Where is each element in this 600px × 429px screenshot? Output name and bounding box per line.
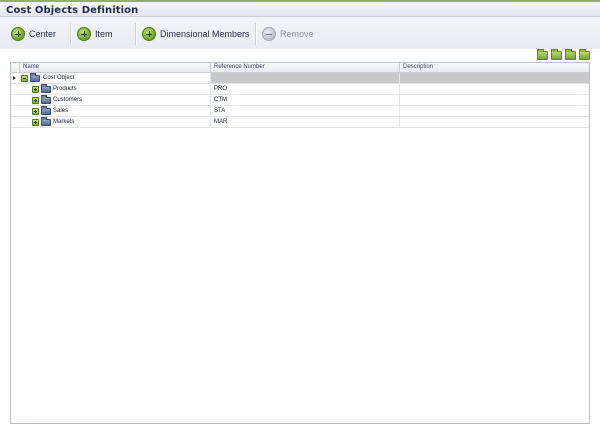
current-row-indicator-icon bbox=[13, 76, 16, 80]
expand-icon[interactable] bbox=[32, 108, 39, 115]
description-cell[interactable] bbox=[399, 106, 589, 116]
page-title: Cost Objects Definition bbox=[6, 5, 139, 16]
description-cell[interactable] bbox=[399, 95, 589, 105]
tree-row[interactable]: Sales STA bbox=[11, 106, 589, 117]
toolbar: Center Item Dimensional Members Remove bbox=[0, 17, 600, 49]
toolbar-separator bbox=[70, 23, 72, 45]
column-header-reference-number[interactable]: Reference Number bbox=[210, 63, 399, 72]
folder-icon bbox=[30, 73, 40, 82]
description-cell[interactable] bbox=[399, 117, 589, 127]
reference-number-cell[interactable]: CTM bbox=[210, 95, 399, 105]
folder-icon bbox=[41, 117, 51, 126]
tree-node-name: Customers bbox=[53, 97, 83, 103]
add-center-label: Center bbox=[29, 29, 57, 39]
collapse-icon[interactable] bbox=[21, 75, 28, 82]
folder-split-icon[interactable] bbox=[579, 49, 590, 60]
title-bar: Cost Objects Definition bbox=[0, 0, 600, 17]
tree-node-name: Sales bbox=[53, 108, 69, 114]
add-dimensional-members-label: Dimensional Members bbox=[160, 29, 250, 39]
reference-number-cell[interactable] bbox=[210, 73, 399, 83]
tree-row[interactable]: Markets MAR bbox=[11, 117, 589, 128]
plus-circle-icon bbox=[11, 27, 25, 41]
description-cell[interactable] bbox=[399, 73, 589, 83]
plus-circle-icon bbox=[142, 27, 156, 41]
expand-icon[interactable] bbox=[32, 97, 39, 104]
tree-row-root[interactable]: Cost Object bbox=[11, 73, 589, 84]
plus-circle-icon bbox=[77, 27, 91, 41]
folder-move-icon[interactable] bbox=[565, 49, 576, 60]
column-header-name[interactable]: Name bbox=[19, 63, 210, 72]
reference-number-cell[interactable]: MAR bbox=[210, 117, 399, 127]
reference-number-cell[interactable]: STA bbox=[210, 106, 399, 116]
expand-icon[interactable] bbox=[32, 119, 39, 126]
toolbar-separator bbox=[255, 23, 257, 45]
toolbar-separator bbox=[135, 23, 137, 45]
minus-circle-icon bbox=[262, 27, 276, 41]
add-item-button[interactable]: Item bbox=[77, 26, 113, 42]
folder-open-icon[interactable] bbox=[551, 49, 562, 60]
cost-objects-tree-grid: Name Reference Number Description Cost O… bbox=[10, 62, 590, 424]
tree-row[interactable]: Customers CTM bbox=[11, 95, 589, 106]
add-center-button[interactable]: Center bbox=[11, 26, 56, 42]
folder-add-icon[interactable] bbox=[537, 49, 548, 60]
remove-button[interactable]: Remove bbox=[262, 26, 314, 42]
tree-node-name: Markets bbox=[53, 119, 75, 125]
folder-icon bbox=[41, 84, 51, 93]
expand-icon[interactable] bbox=[32, 86, 39, 93]
grid-header: Name Reference Number Description bbox=[11, 63, 589, 73]
folder-icon bbox=[41, 95, 51, 104]
add-item-label: Item bbox=[95, 29, 113, 39]
grid-mini-toolbar bbox=[537, 49, 590, 60]
reference-number-cell[interactable]: PRO bbox=[210, 84, 399, 94]
folder-icon bbox=[41, 106, 51, 115]
description-cell[interactable] bbox=[399, 84, 589, 94]
add-dimensional-members-button[interactable]: Dimensional Members bbox=[142, 26, 250, 42]
column-header-description[interactable]: Description bbox=[399, 63, 589, 72]
tree-node-name: Products bbox=[53, 86, 77, 92]
remove-label: Remove bbox=[280, 29, 314, 39]
tree-node-name: Cost Object bbox=[43, 75, 75, 81]
tree-row[interactable]: Products PRO bbox=[11, 84, 589, 95]
